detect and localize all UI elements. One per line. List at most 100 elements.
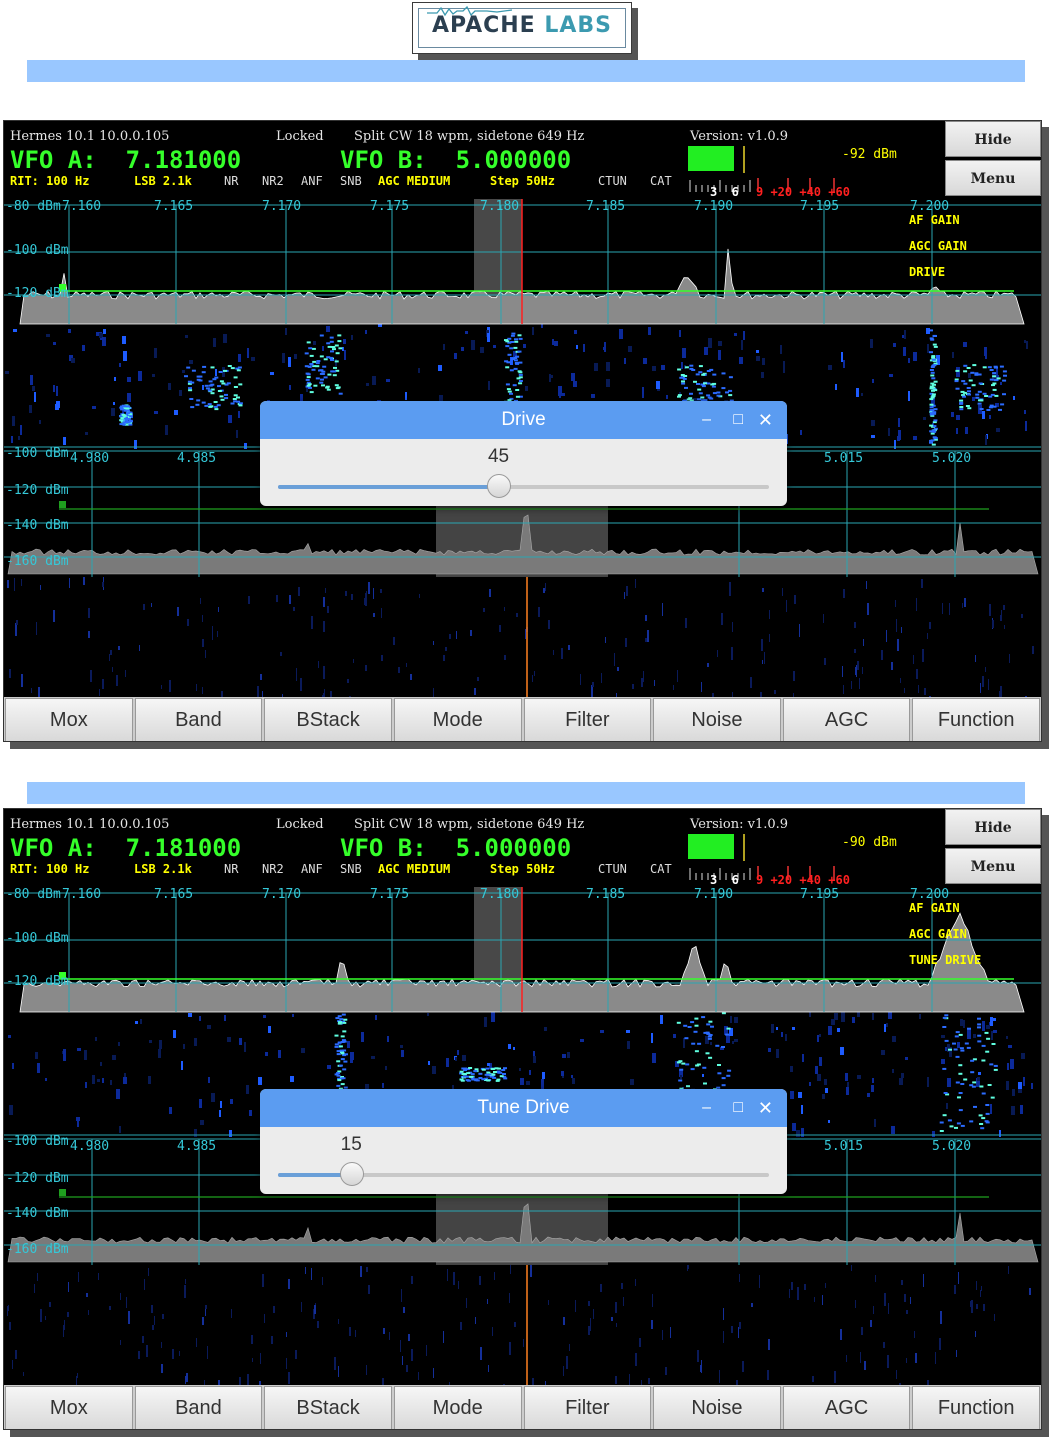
slider-thumb[interactable] xyxy=(486,474,511,498)
snb-toggle[interactable]: SNB xyxy=(340,174,362,188)
minimize-icon[interactable]: ‒ xyxy=(702,401,711,439)
waterfall-speck xyxy=(739,357,743,364)
waterfall-speck xyxy=(652,1294,653,1307)
waterfall-speck xyxy=(980,1290,981,1297)
waterfall-signal xyxy=(515,362,520,365)
waterfall-signal xyxy=(504,339,508,342)
slider-thumb[interactable] xyxy=(339,1162,364,1186)
waterfall-speck xyxy=(866,581,867,589)
waterfall-speck xyxy=(782,588,783,596)
freq-label-upper: 7.160 xyxy=(62,887,102,902)
overlay-control-label[interactable]: AGC GAIN xyxy=(909,927,967,941)
waterfall-signal xyxy=(702,1066,707,1069)
overlay-control-label[interactable]: DRIVE xyxy=(909,265,945,279)
toolbar-button-mox[interactable]: Mox xyxy=(5,1386,133,1429)
toolbar-button-agc[interactable]: AGC xyxy=(782,1386,911,1429)
close-icon[interactable]: ✕ xyxy=(758,401,773,439)
waterfall-speck xyxy=(857,661,859,670)
snb-toggle[interactable]: SNB xyxy=(340,862,362,876)
waterfall-speck xyxy=(809,1012,811,1017)
waterfall-speck xyxy=(841,352,843,362)
waterfall-speck xyxy=(314,1305,316,1314)
toolbar-button-filter[interactable]: Filter xyxy=(523,698,652,741)
waterfall-signal xyxy=(978,399,982,402)
toolbar-button-band[interactable]: Band xyxy=(134,698,263,741)
waterfall-signal xyxy=(960,1083,965,1085)
waterfall-speck xyxy=(375,1015,377,1020)
waterfall-speck xyxy=(313,341,316,345)
overlay-control-label[interactable]: AF GAIN xyxy=(909,213,960,227)
vfo-b-display[interactable]: VFO B: 5.000000 xyxy=(340,834,571,862)
toolbar-button-mode[interactable]: Mode xyxy=(393,1386,522,1429)
waterfall-speck xyxy=(236,430,238,438)
toolbar-button-function[interactable]: Function xyxy=(912,1386,1040,1429)
waterfall-speck xyxy=(68,329,71,333)
waterfall-speck xyxy=(139,645,140,651)
vfo-a-display[interactable]: VFO A: 7.181000 xyxy=(10,834,241,862)
vfo-b-display[interactable]: VFO B: 5.000000 xyxy=(340,146,571,174)
toolbar-button-function[interactable]: Function xyxy=(912,698,1040,741)
menu-button[interactable]: Menu xyxy=(945,848,1041,884)
anf-toggle[interactable]: ANF xyxy=(301,174,323,188)
waterfall-speck xyxy=(514,1322,516,1327)
slider-track[interactable] xyxy=(278,1162,769,1186)
toolbar-button-mode[interactable]: Mode xyxy=(393,698,522,741)
toolbar-button-filter[interactable]: Filter xyxy=(523,1386,652,1429)
waterfall-speck xyxy=(734,1039,738,1042)
anf-toggle[interactable]: ANF xyxy=(301,862,323,876)
waterfall-speck xyxy=(875,1275,876,1282)
nr2-toggle[interactable]: NR2 xyxy=(262,174,284,188)
waterfall-speck xyxy=(918,685,919,693)
waterfall-speck xyxy=(580,674,581,685)
ctun-toggle[interactable]: CTUN xyxy=(598,862,627,876)
waterfall-speck xyxy=(144,1279,145,1290)
hide-button[interactable]: Hide xyxy=(945,121,1041,157)
waterfall-speck xyxy=(212,627,213,640)
minimize-icon[interactable]: ‒ xyxy=(702,1089,711,1127)
nr-toggle[interactable]: NR xyxy=(224,174,238,188)
nr-toggle[interactable]: NR xyxy=(224,862,238,876)
waterfall-signal xyxy=(701,373,706,376)
maximize-icon[interactable]: □ xyxy=(733,1089,743,1127)
close-icon[interactable]: ✕ xyxy=(758,1089,773,1127)
waterfall-speck xyxy=(119,1126,121,1133)
waterfall-signal xyxy=(304,352,309,355)
overlay-control-label[interactable]: AGC GAIN xyxy=(909,239,967,253)
cat-label[interactable]: CAT xyxy=(650,174,672,188)
cat-label[interactable]: CAT xyxy=(650,862,672,876)
waterfall-speck xyxy=(723,1331,724,1343)
vfo-a-display[interactable]: VFO A: 7.181000 xyxy=(10,146,241,174)
waterfall-signal xyxy=(188,387,192,390)
waterfall-signal xyxy=(944,1039,949,1042)
waterfall-speck xyxy=(366,591,367,598)
waterfall-speck xyxy=(14,578,15,591)
toolbar-button-agc[interactable]: AGC xyxy=(782,698,911,741)
freq-label-upper: 7.175 xyxy=(370,199,410,214)
overlay-control-label[interactable]: TUNE DRIVE xyxy=(909,953,981,967)
toolbar-button-noise[interactable]: Noise xyxy=(653,698,781,741)
toolbar-button-bstack[interactable]: BStack xyxy=(264,698,392,741)
waterfall-speck xyxy=(202,639,204,647)
waterfall-speck xyxy=(239,1038,242,1045)
toolbar-button-noise[interactable]: Noise xyxy=(653,1386,781,1429)
nr2-toggle[interactable]: NR2 xyxy=(262,862,284,876)
hide-button[interactable]: Hide xyxy=(945,809,1041,845)
slider-track[interactable] xyxy=(278,474,769,498)
overlay-control-label[interactable]: AF GAIN xyxy=(909,901,960,915)
waterfall-speck xyxy=(345,591,347,596)
ctun-toggle[interactable]: CTUN xyxy=(598,174,627,188)
dialog-titlebar[interactable]: Tune Drive ‒ □ ✕ xyxy=(260,1089,787,1127)
waterfall-speck xyxy=(372,376,376,385)
toolbar-button-mox[interactable]: Mox xyxy=(5,698,133,741)
waterfall-signal xyxy=(493,1071,497,1073)
dialog-titlebar[interactable]: Drive ‒ □ ✕ xyxy=(260,401,787,439)
toolbar-button-bstack[interactable]: BStack xyxy=(264,1386,392,1429)
waterfall-speck xyxy=(53,610,55,622)
toolbar-button-band[interactable]: Band xyxy=(134,1386,263,1429)
waterfall-signal xyxy=(985,1050,990,1053)
waterfall-signal xyxy=(716,394,721,397)
waterfall-speck xyxy=(343,339,346,344)
menu-button[interactable]: Menu xyxy=(945,160,1041,196)
maximize-icon[interactable]: □ xyxy=(733,401,743,439)
waterfall-speck xyxy=(300,394,303,401)
